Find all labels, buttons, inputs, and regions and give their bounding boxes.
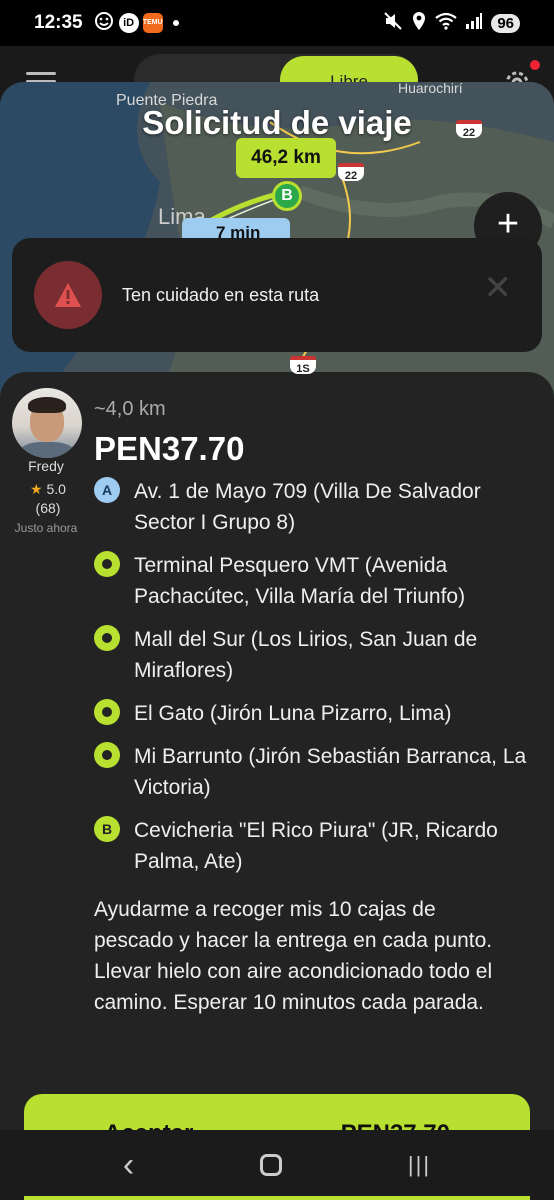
star-icon: ★ [30,481,43,497]
stop-marker-icon [94,742,120,768]
id-icon: iD [118,13,139,33]
stop-marker-icon [94,551,120,577]
rating-value: 5.0 [46,481,66,497]
stop-item: Mi Barrunto (Jirón Sebastián Barranca, L… [94,741,534,803]
stop-item: El Gato (Jirón Luna Pizarro, Lima) [94,698,534,729]
route-shield-1s: 1S [290,356,316,375]
recents-icon[interactable]: ||| [408,1152,431,1178]
notification-badge [530,60,540,70]
trip-price: PEN37.70 [94,430,245,467]
stop-item: A Av. 1 de Mayo 709 (Villa De Salvador Se… [94,476,534,538]
request-time: Justo ahora [14,521,78,535]
avatar [12,388,82,458]
stop-address: Terminal Pesquero VMT (Avenida Pachacúte… [134,554,466,608]
route-warning-banner: Ten cuidado en esta ruta ✕ [12,238,542,352]
accept-button-edge [24,1196,530,1200]
stop-address: Av. 1 de Mayo 709 (Villa De Salvador Sec… [134,480,481,534]
map-label-huarochiri: Huarochirí [398,80,463,96]
location-icon [411,11,427,36]
back-icon[interactable]: ‹ [123,1146,134,1185]
stop-marker-icon [94,625,120,651]
stop-item: Mall del Sur (Los Lirios, San Juan de Mi… [94,624,534,686]
review-count: (68) [35,500,61,516]
page-title: Solicitud de viaje [142,104,412,141]
wifi-icon [435,12,457,35]
passenger-rating: ★ 5.0 [0,481,96,498]
stop-list: A Av. 1 de Mayo 709 (Villa De Salvador Se… [94,476,534,889]
stop-address: Mall del Sur (Los Lirios, San Juan de Mi… [134,628,478,682]
battery-level: 96 [491,13,520,33]
trip-distance: ~4,0 km [94,398,166,420]
stop-address: Cevicheria "El Rico Piura" (JR, Ricardo … [134,819,498,873]
mute-icon [383,11,403,36]
close-icon[interactable]: ✕ [484,268,513,308]
stop-item: Terminal Pesquero VMT (Avenida Pachacúte… [94,550,534,612]
stop-marker-icon [94,699,120,725]
smiley-icon [93,10,115,37]
status-bar: 12:35 iD TEMU 96 [0,0,554,46]
home-icon[interactable] [260,1154,283,1176]
warning-text: Ten cuidado en esta ruta [122,284,320,305]
signal-icon [465,12,483,35]
stop-marker-b-icon: B [94,816,120,842]
destination-pin-b: B [272,181,302,211]
system-nav-bar: ‹ ||| [0,1130,554,1200]
notification-icons: iD TEMU [93,10,179,37]
accept-button[interactable]: Aceptar PEN37.70 [24,1094,530,1132]
trip-request-card: Fredy ★ 5.0 (68) Justo ahora ~4,0 km PEN… [0,372,554,1132]
stop-address: Mi Barrunto (Jirón Sebastián Barranca, L… [134,745,527,799]
passenger-name: Fredy [28,458,64,474]
route-distance-pill: 46,2 km [236,138,336,178]
more-notifications-dot [172,20,179,26]
stop-marker-a-icon: A [94,477,120,503]
status-time: 12:35 [34,12,83,33]
stop-address: El Gato (Jirón Luna Pizarro, Lima) [134,702,452,725]
system-icons: 96 [383,11,520,36]
temu-icon: TEMU [142,13,163,33]
warning-icon [34,261,102,329]
stop-item: B Cevicheria "El Rico Piura" (JR, Ricardo… [94,815,534,877]
passenger-comment: Ayudarme a recoger mis 10 cajas de pesca… [94,898,493,1014]
route-shield-22-b: 22 [338,163,364,182]
